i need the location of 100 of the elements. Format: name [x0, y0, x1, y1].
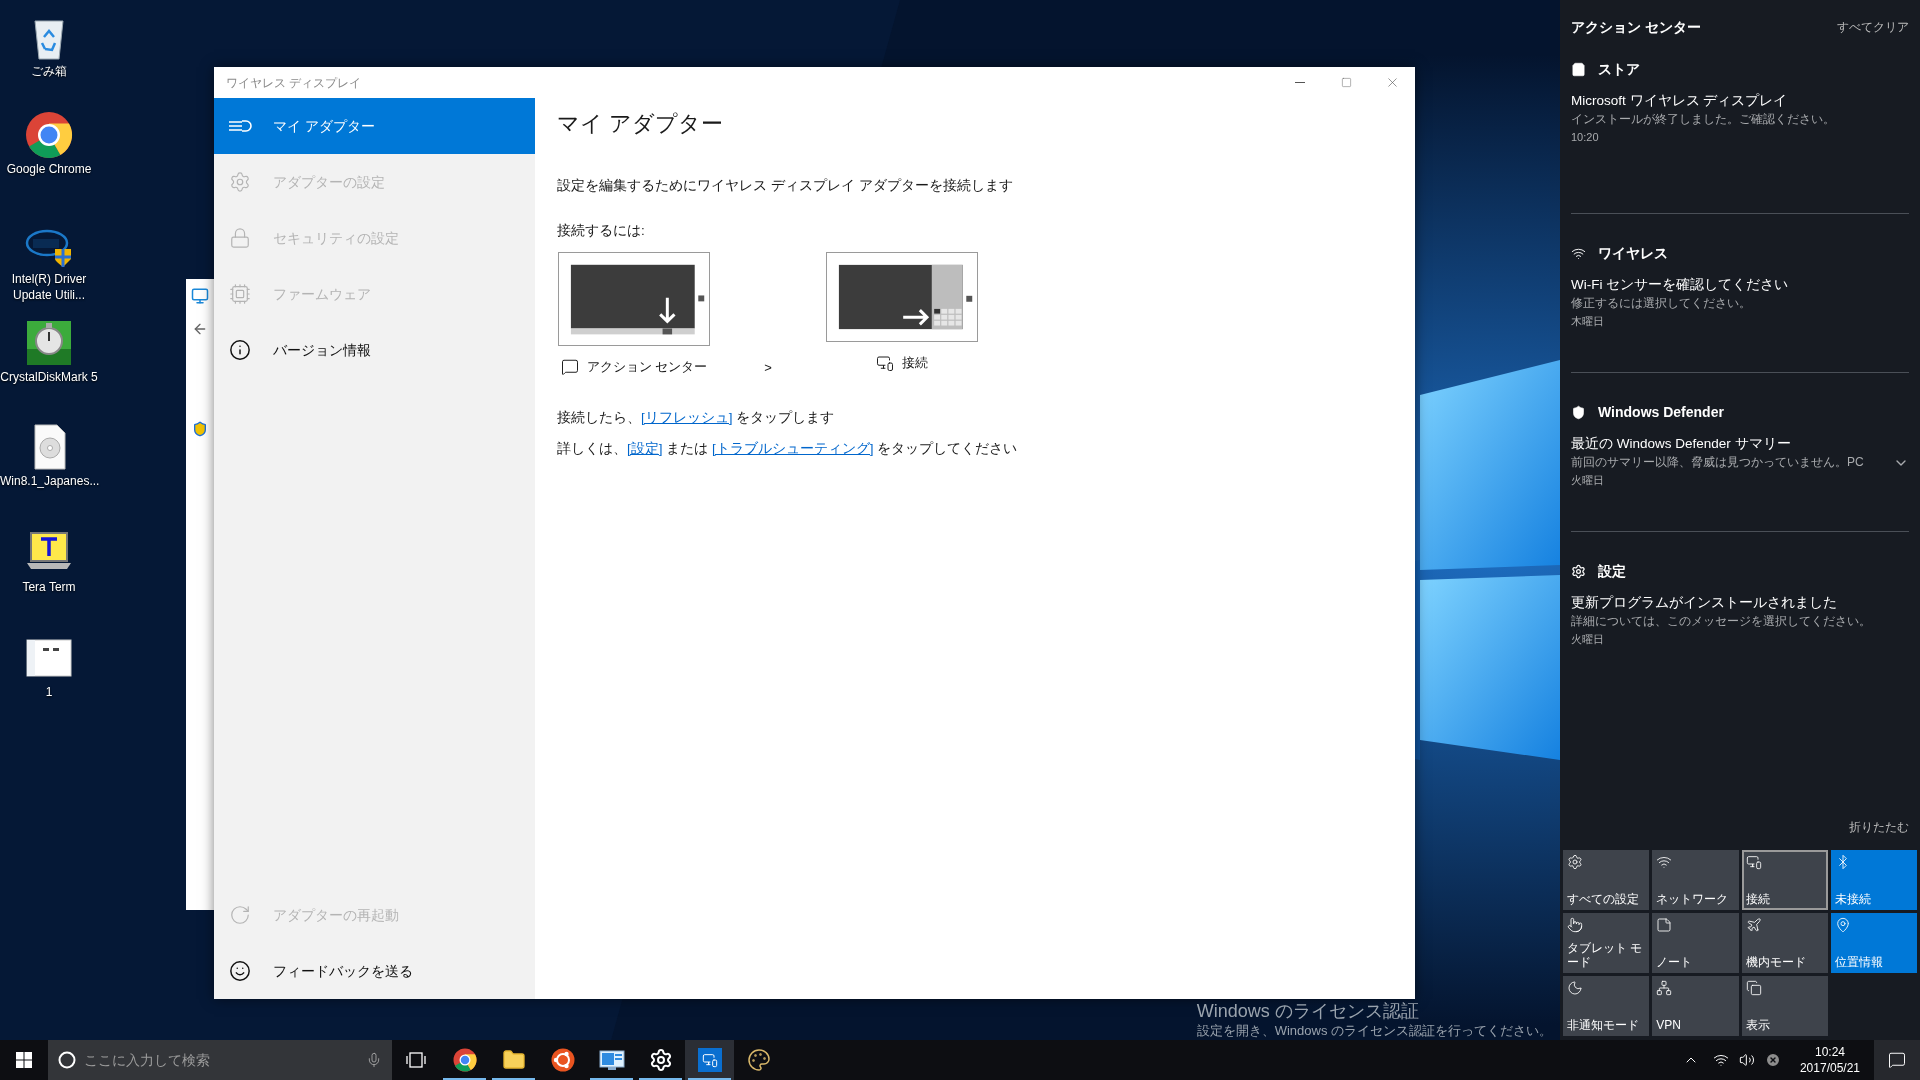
notification-title[interactable]: 最近の Windows Defender サマリー [1571, 435, 1893, 453]
error-circle-icon[interactable] [1764, 1052, 1781, 1068]
steps-label: 接続するには: [557, 222, 645, 241]
gear-icon [1567, 854, 1583, 870]
quick-action-tile[interactable]: 非通知モード [1563, 976, 1650, 1036]
cortana-circle-icon [58, 1051, 76, 1069]
minimize-icon [1295, 82, 1305, 83]
network-icon [1656, 854, 1673, 870]
desktop-icon-label[interactable]: CrystalDiskMark 5 [0, 369, 98, 385]
notification-time: 火曜日 [1571, 632, 1605, 647]
nav-item[interactable]: バージョン情報 [214, 322, 535, 378]
chrome-logo-icon [452, 1048, 477, 1072]
info-icon [229, 339, 251, 361]
text-link[interactable]: [設定] [627, 440, 663, 456]
window-title: ワイヤレス ディスプレイ [226, 74, 363, 92]
notification-app-name: 設定 [1598, 561, 1626, 581]
clock[interactable]: 10:24 2017/05/21 [1791, 1044, 1868, 1076]
wifi-icon[interactable] [1712, 1052, 1729, 1068]
quick-action-tile[interactable]: 表示 [1741, 976, 1828, 1036]
restart-icon [229, 904, 251, 926]
step-label: アクション センター [586, 357, 708, 376]
stopwatch-icon [25, 319, 73, 367]
step-separator: > [763, 358, 773, 377]
quick-action-tile[interactable]: 未接続 [1830, 850, 1917, 910]
quick-action-tile[interactable]: すべての設定 [1563, 850, 1650, 910]
palette-icon [746, 1048, 771, 1072]
quick-action-tile[interactable]: VPN [1652, 976, 1739, 1036]
instruction-text: 詳しくは、[設定] または [トラブルシューティング] をタップしてください [557, 439, 1018, 458]
note-icon [1656, 917, 1673, 933]
vpn-icon [1656, 980, 1673, 996]
connect-icon [1745, 854, 1762, 870]
volume-icon[interactable] [1738, 1052, 1755, 1068]
ubuntu-logo-icon [550, 1048, 575, 1072]
desktop-icon-label[interactable]: Google Chrome [0, 161, 98, 177]
notification-time: 火曜日 [1571, 473, 1605, 488]
wireless-display-icon [697, 1048, 722, 1072]
collapse-link[interactable]: 折りたたむ [1849, 818, 1909, 836]
shield-icon [1571, 404, 1586, 420]
activation-notice-title: Windows のライセンス認証 [1196, 1000, 1419, 1022]
monitor-icon [191, 287, 209, 305]
notification-time: 木曜日 [1571, 314, 1605, 329]
notification-app-name: ワイヤレス [1598, 243, 1668, 263]
notifications-button[interactable] [1874, 1040, 1920, 1080]
windows-logo-icon [16, 1052, 32, 1068]
desktop-icon-label[interactable]: 1 [0, 684, 98, 700]
tablet-mode-icon [1567, 917, 1583, 933]
notification-app-name: Windows Defender [1598, 402, 1724, 422]
chip-icon [229, 283, 251, 305]
shield-icon [192, 421, 208, 437]
desktop-icon-label[interactable]: Win8.1_Japanes... [0, 473, 98, 489]
task-view-icon [406, 1052, 426, 1068]
notification-body: 詳細については、このメッセージを選択してください。 [1571, 613, 1871, 630]
nav-item[interactable]: マイ アダプター [214, 98, 535, 154]
notification-body: 修正するには選択してください。 [1571, 295, 1751, 312]
lock-icon [229, 227, 251, 249]
gear-icon [648, 1048, 673, 1072]
notification-body: 前回のサマリー以降、脅威は見つかっていません。PC [1571, 454, 1864, 471]
gear-icon [1571, 563, 1586, 579]
maximize-icon [1340, 77, 1352, 88]
nav-item[interactable]: フィードバックを送る [214, 943, 535, 999]
desktop-icon-label[interactable]: Intel(R) Driver Update Utili... [0, 271, 98, 303]
search-field[interactable]: ここに入力して検索 [84, 1049, 358, 1071]
text-link[interactable]: [トラブルシューティング] [712, 440, 874, 456]
airplane-icon [1745, 917, 1762, 933]
notification-app-name: ストア [1598, 59, 1640, 79]
page-heading: マイ アダプター [557, 110, 724, 138]
quick-action-tile[interactable]: 機内モード [1741, 913, 1828, 973]
smiley-icon [229, 960, 251, 982]
quick-action-tile[interactable]: ネットワーク [1652, 850, 1739, 910]
clear-all-link[interactable]: すべてクリア [1837, 18, 1909, 36]
quick-action-tile[interactable]: タブレット モード [1563, 913, 1650, 973]
text-link[interactable]: [リフレッシュ] [641, 409, 733, 425]
notification-time: 10:20 [1571, 130, 1600, 145]
display-icon [1745, 980, 1762, 996]
notification-title[interactable]: Wi-Fi センサーを確認してください [1571, 276, 1909, 294]
notification-body: インストールが終了しました。ご確認ください。 [1571, 111, 1835, 128]
desktop-icon-label[interactable]: ごみ箱 [0, 63, 98, 79]
quick-action-tile[interactable]: 接続 [1741, 850, 1828, 910]
store-bag-icon [1571, 61, 1586, 77]
notification-title[interactable]: 更新プログラムがインストールされました [1571, 594, 1909, 612]
search-box[interactable]: ここに入力して検索 [48, 1040, 392, 1080]
folder-icon [501, 1048, 526, 1072]
notification-title[interactable]: Microsoft ワイヤレス ディスプレイ [1571, 92, 1909, 110]
instruction-text: 接続したら、[リフレッシュ] をタップします [557, 408, 835, 427]
taskbar-app-button[interactable] [685, 1040, 734, 1080]
intro-text: 設定を編集するためにワイヤレス ディスプレイ アダプターを接続します [557, 177, 1013, 195]
notification-icon [1888, 1051, 1906, 1069]
message-icon [560, 357, 579, 376]
microphone-icon[interactable] [366, 1052, 382, 1068]
gear-icon [229, 171, 251, 193]
step-label: 接続 [902, 353, 928, 372]
connect-icon [876, 353, 894, 372]
quick-action-tile[interactable]: 位置情報 [1830, 913, 1917, 973]
adapter-icon [228, 119, 252, 133]
moon-icon [1567, 980, 1583, 996]
remote-desktop-icon [598, 1049, 625, 1071]
desktop-icon-label[interactable]: Tera Term [0, 579, 98, 595]
quick-action-tile[interactable]: ノート [1652, 913, 1739, 973]
wireless-icon [1571, 245, 1586, 261]
panel-title: アクション センター [1571, 17, 1701, 37]
